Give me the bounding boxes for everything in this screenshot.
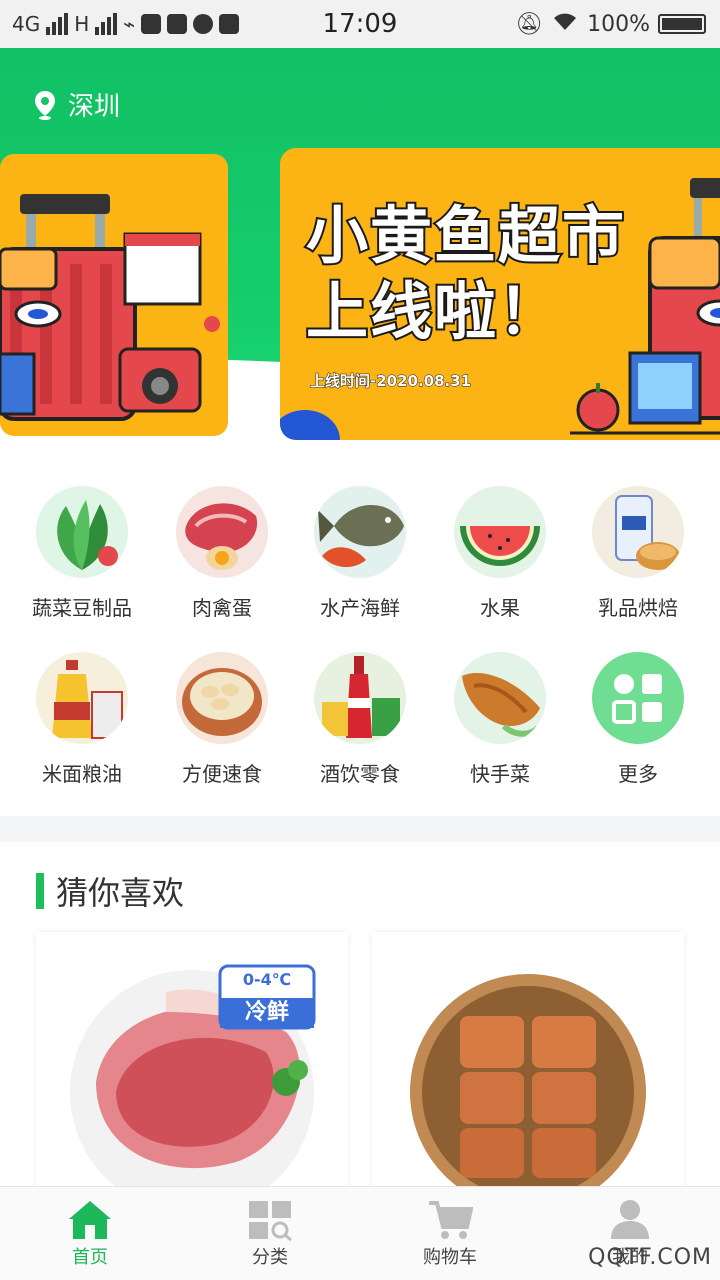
category-label: 米面粮油 (42, 762, 122, 786)
location-selector[interactable]: 深圳 (34, 86, 120, 123)
category-label: 酒饮零食 (320, 762, 400, 786)
banner-date: 上线时间-2020.08.31 (309, 372, 472, 391)
category-quick-dish[interactable]: 快手菜 (430, 652, 570, 787)
browser-icon (193, 14, 214, 34)
category-label: 水果 (480, 596, 520, 620)
bottom-tab-bar: 首页 分类 购物车 我的 QQTF.COM (0, 1186, 720, 1280)
category-label: 更多 (618, 762, 658, 786)
luggage-illustration (0, 194, 220, 421)
app-notification-icon (141, 14, 162, 34)
category-label: 水产海鲜 (320, 596, 400, 620)
badge-fresh-label: 冷鲜 (244, 1000, 289, 1025)
tab-label: 首页 (72, 1247, 108, 1268)
seafood-icon (314, 486, 406, 578)
recommend-title: 猜你喜欢 (56, 874, 185, 912)
product-card[interactable] (372, 932, 684, 1202)
section-divider (0, 816, 720, 842)
fruit-icon (454, 486, 546, 578)
category-label: 蔬菜豆制品 (32, 596, 132, 620)
category-seafood[interactable]: 水产海鲜 (290, 486, 430, 621)
tab-home[interactable]: 首页 (0, 1187, 180, 1280)
network-h-label: H (74, 12, 90, 36)
watermark: QQTF.COM (588, 1245, 712, 1270)
category-grain-oil[interactable]: 米面粮油 (12, 652, 152, 787)
city-label: 深圳 (68, 92, 121, 122)
mute-icon: 🔕︎ (515, 11, 544, 37)
category-label: 快手菜 (470, 762, 530, 786)
meat-icon (176, 486, 268, 578)
product-card[interactable]: 0-4℃ 冷鲜 (36, 932, 348, 1202)
category-dairy[interactable]: 乳品烘焙 (568, 486, 708, 621)
product-image-steamed-bread (410, 974, 646, 1202)
tab-cart[interactable]: 购物车 (360, 1187, 540, 1280)
wifi-icon (551, 10, 579, 38)
dairy-icon (592, 486, 684, 578)
quick-dish-icon (454, 652, 546, 744)
status-right: 🔕︎ 100% (515, 0, 706, 48)
tab-label: 购物车 (423, 1247, 477, 1268)
tab-label: 分类 (252, 1247, 288, 1268)
category-vegetables[interactable]: 蔬菜豆制品 (12, 486, 152, 621)
cart-icon (427, 1199, 474, 1241)
status-left: 4G H ⌁ (12, 0, 240, 48)
banner-slide-previous[interactable] (0, 154, 228, 436)
category-fruit[interactable]: 水果 (430, 486, 570, 621)
clipboard-icon (167, 14, 188, 34)
banner-slide-current[interactable]: 小黄鱼超市 上线啦！ 上线时间-2020.08.31 (280, 148, 720, 440)
vegetables-icon (36, 486, 128, 578)
badge-temperature: 0-4℃ (242, 970, 292, 989)
signal-icon-2 (95, 13, 118, 35)
mail-icon (219, 14, 240, 34)
status-bar: 4G H ⌁ 17:09 🔕︎ 100% (0, 0, 720, 48)
category-instant-food[interactable]: 方便速食 (152, 652, 292, 787)
category-label: 乳品烘焙 (598, 596, 678, 620)
category-icon (247, 1199, 293, 1242)
tab-category[interactable]: 分类 (180, 1187, 360, 1280)
usb-icon: ⌁ (123, 12, 136, 36)
instant-food-icon (176, 652, 268, 744)
signal-icon (46, 13, 69, 35)
title-accent-bar (36, 873, 44, 909)
location-pin-icon (34, 90, 56, 120)
home-icon (67, 1199, 113, 1241)
more-grid-icon (592, 652, 684, 744)
battery-percent: 100% (587, 11, 650, 37)
category-drinks-snacks[interactable]: 酒饮零食 (290, 652, 430, 787)
network-4g-label: 4G (12, 12, 41, 36)
category-more[interactable]: 更多 (568, 652, 708, 787)
grain-oil-icon (36, 652, 128, 744)
drinks-snacks-icon (314, 652, 406, 744)
luggage-illustration-right (570, 178, 720, 435)
battery-icon (658, 14, 706, 34)
recommend-section-title: 猜你喜欢 (36, 868, 184, 914)
category-label: 肉禽蛋 (192, 596, 252, 620)
category-label: 方便速食 (182, 762, 262, 786)
user-icon (607, 1199, 653, 1241)
banner-decoration (280, 410, 340, 440)
category-meat[interactable]: 肉禽蛋 (152, 486, 292, 621)
